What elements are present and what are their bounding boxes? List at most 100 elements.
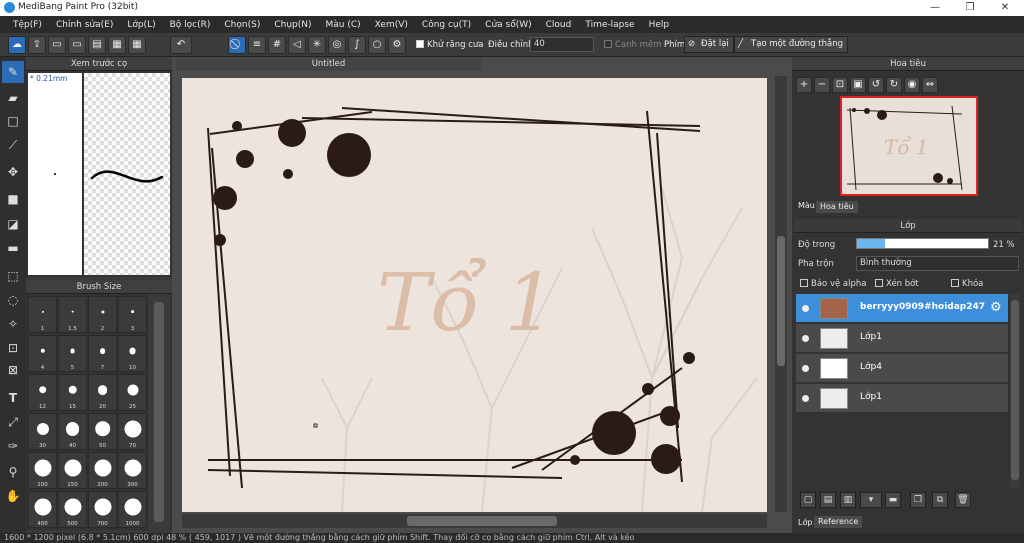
select-rect-icon[interactable]: ⬚ — [2, 265, 24, 287]
reset-button[interactable]: ⊘ Đặt lại — [684, 36, 734, 53]
minimize-button[interactable]: — — [920, 0, 950, 16]
tab-reference[interactable]: Reference — [814, 516, 863, 528]
opacity-slider[interactable] — [856, 238, 989, 249]
brush-size-cell[interactable]: 1 — [28, 296, 57, 333]
clipping-checkbox[interactable]: Xén bớt — [875, 279, 919, 289]
new-layer-icon[interactable]: ▢ — [800, 492, 816, 508]
close-button[interactable]: ✕ — [990, 0, 1020, 16]
document-tab[interactable]: Untitled — [176, 57, 481, 71]
visibility-eye-icon[interactable] — [802, 305, 809, 312]
select-pen-icon[interactable]: ⊡ — [2, 337, 24, 359]
add-layer-dropdown-icon[interactable]: ▾ — [860, 492, 882, 508]
canvas-vscroll-thumb[interactable] — [777, 236, 785, 366]
new-8bit-layer-icon[interactable]: ▥ — [840, 492, 856, 508]
tab-navigator[interactable]: Hoa tiêu — [816, 201, 858, 213]
navigator-thumbnail[interactable]: Tổ 1 — [840, 96, 978, 196]
maximize-button[interactable]: ❐ — [955, 0, 985, 16]
brush-size-scrollbar[interactable] — [148, 294, 170, 530]
brush-tool-icon[interactable]: ✎ — [2, 61, 24, 83]
straight-line-button[interactable]: ╱ Tạo một đường thẳng — [734, 36, 848, 53]
eyedropper-tool-icon[interactable]: ⚲ — [2, 461, 24, 483]
brush-size-cell[interactable]: 400 — [28, 491, 57, 528]
layer-list-scrollbar[interactable] — [1010, 294, 1020, 488]
brush-size-cell[interactable]: 70 — [118, 413, 147, 450]
brush-size-cell[interactable]: 20 — [88, 374, 117, 411]
reset-view-icon[interactable]: ◉ — [904, 77, 920, 93]
brush-size-cell[interactable]: 1.5 — [58, 296, 87, 333]
delete-layer-icon[interactable]: 🗑 — [955, 492, 971, 508]
brush-size-cell[interactable]: 12 — [28, 374, 57, 411]
magic-wand-icon[interactable]: ✧ — [2, 313, 24, 335]
grid-icon[interactable]: ▦ — [128, 36, 146, 54]
rectangle-tool-icon[interactable]: □ — [2, 110, 24, 132]
blend-select[interactable]: Bình thường — [856, 256, 1019, 271]
brush-size-cell[interactable]: 4 — [28, 335, 57, 372]
lock-checkbox[interactable]: Khóa — [951, 279, 983, 289]
no-snap-icon[interactable]: ⃠ — [228, 36, 246, 54]
brush-size-cell[interactable]: 15 — [58, 374, 87, 411]
rotate-right-icon[interactable]: ↻ — [886, 77, 902, 93]
brush-size-cell[interactable]: 500 — [58, 491, 87, 528]
circle-snap-icon[interactable]: ◎ — [328, 36, 346, 54]
brush-size-cell[interactable]: 150 — [58, 452, 87, 489]
actual-size-icon[interactable]: ▣ — [850, 77, 866, 93]
menu-select[interactable]: Chọn(S) — [217, 20, 267, 30]
soft-edge-checkbox[interactable]: Cạnh mềm — [604, 40, 661, 50]
dot-tool-icon[interactable]: ⟋ — [2, 134, 24, 156]
page-icon[interactable]: ▤ — [88, 36, 106, 54]
brush-size-cell[interactable]: 10 — [118, 335, 147, 372]
upload-icon[interactable]: ⇪ — [28, 36, 46, 54]
duplicate-layer-icon[interactable]: ❐ — [910, 492, 926, 508]
menu-edit[interactable]: Chỉnh sửa(E) — [49, 20, 120, 30]
layer-row[interactable]: Lớp1 — [796, 324, 1008, 353]
menu-layer[interactable]: Lớp(L) — [120, 20, 162, 30]
fill-rect-tool-icon[interactable]: ■ — [2, 188, 24, 210]
comment-icon[interactable]: ▭ — [68, 36, 86, 54]
folder-icon[interactable]: ▬ — [885, 492, 901, 508]
vanishing-snap-icon[interactable]: ◁ — [288, 36, 306, 54]
protect-alpha-checkbox[interactable]: Bảo vệ alpha — [800, 279, 866, 289]
canvas-hscroll-thumb[interactable] — [407, 516, 557, 526]
visibility-eye-icon[interactable] — [802, 335, 809, 342]
brush-size-cell[interactable]: 300 — [118, 452, 147, 489]
canvas-vertical-scrollbar[interactable] — [775, 76, 787, 512]
select-eraser-icon[interactable]: ⊠ — [2, 359, 24, 381]
cloud-icon[interactable]: ☁ — [8, 36, 26, 54]
menu-window[interactable]: Cửa sổ(W) — [478, 20, 538, 30]
layer-scroll-thumb[interactable] — [1011, 300, 1019, 480]
layer-row[interactable]: Lớp4 — [796, 354, 1008, 383]
zoom-in-icon[interactable]: + — [796, 77, 812, 93]
cross-snap-icon[interactable]: # — [268, 36, 286, 54]
text-tool-icon[interactable]: T — [2, 387, 24, 409]
menu-color[interactable]: Màu (C) — [319, 20, 368, 30]
menu-help[interactable]: Help — [642, 20, 677, 30]
eraser-tool-icon[interactable]: ▰ — [2, 87, 24, 109]
operation-tool-icon[interactable]: ⤢ — [2, 411, 24, 433]
menu-cloud[interactable]: Cloud — [539, 20, 579, 30]
visibility-eye-icon[interactable] — [802, 395, 809, 402]
menu-view[interactable]: Xem(V) — [368, 20, 415, 30]
correction-select[interactable]: 40 — [530, 37, 594, 52]
brush-size-cell[interactable]: 2 — [88, 296, 117, 333]
parallel-snap-icon[interactable]: ≡ — [248, 36, 266, 54]
menu-tools[interactable]: Công cụ(T) — [415, 20, 478, 30]
settings-gear-icon[interactable]: ⚙ — [388, 36, 406, 54]
brush-size-cell[interactable]: 30 — [28, 413, 57, 450]
zoom-out-icon[interactable]: − — [814, 77, 830, 93]
brush-size-cell[interactable]: 700 — [88, 491, 117, 528]
brush-size-cell[interactable]: 25 — [118, 374, 147, 411]
radial-snap-icon[interactable]: ✳ — [308, 36, 326, 54]
brush-size-cell[interactable]: 7 — [88, 335, 117, 372]
lasso-tool-icon[interactable]: ◌ — [2, 289, 24, 311]
canvas-horizontal-scrollbar[interactable] — [182, 514, 767, 528]
bucket-tool-icon[interactable]: ◪ — [2, 213, 24, 235]
antialias-checkbox[interactable]: ✓ Khử răng cưa — [416, 40, 484, 51]
brush-size-cell[interactable]: 1000 — [118, 491, 147, 528]
brush-size-scroll-thumb[interactable] — [154, 302, 164, 522]
gradient-tool-icon[interactable]: ▬ — [2, 237, 24, 259]
brush-size-cell[interactable]: 40 — [58, 413, 87, 450]
ring-snap-icon[interactable]: ○ — [368, 36, 386, 54]
move-tool-icon[interactable]: ✥ — [2, 161, 24, 183]
menu-filter[interactable]: Bộ lọc(R) — [163, 20, 218, 30]
curve-snap-icon[interactable]: ∫ — [348, 36, 366, 54]
